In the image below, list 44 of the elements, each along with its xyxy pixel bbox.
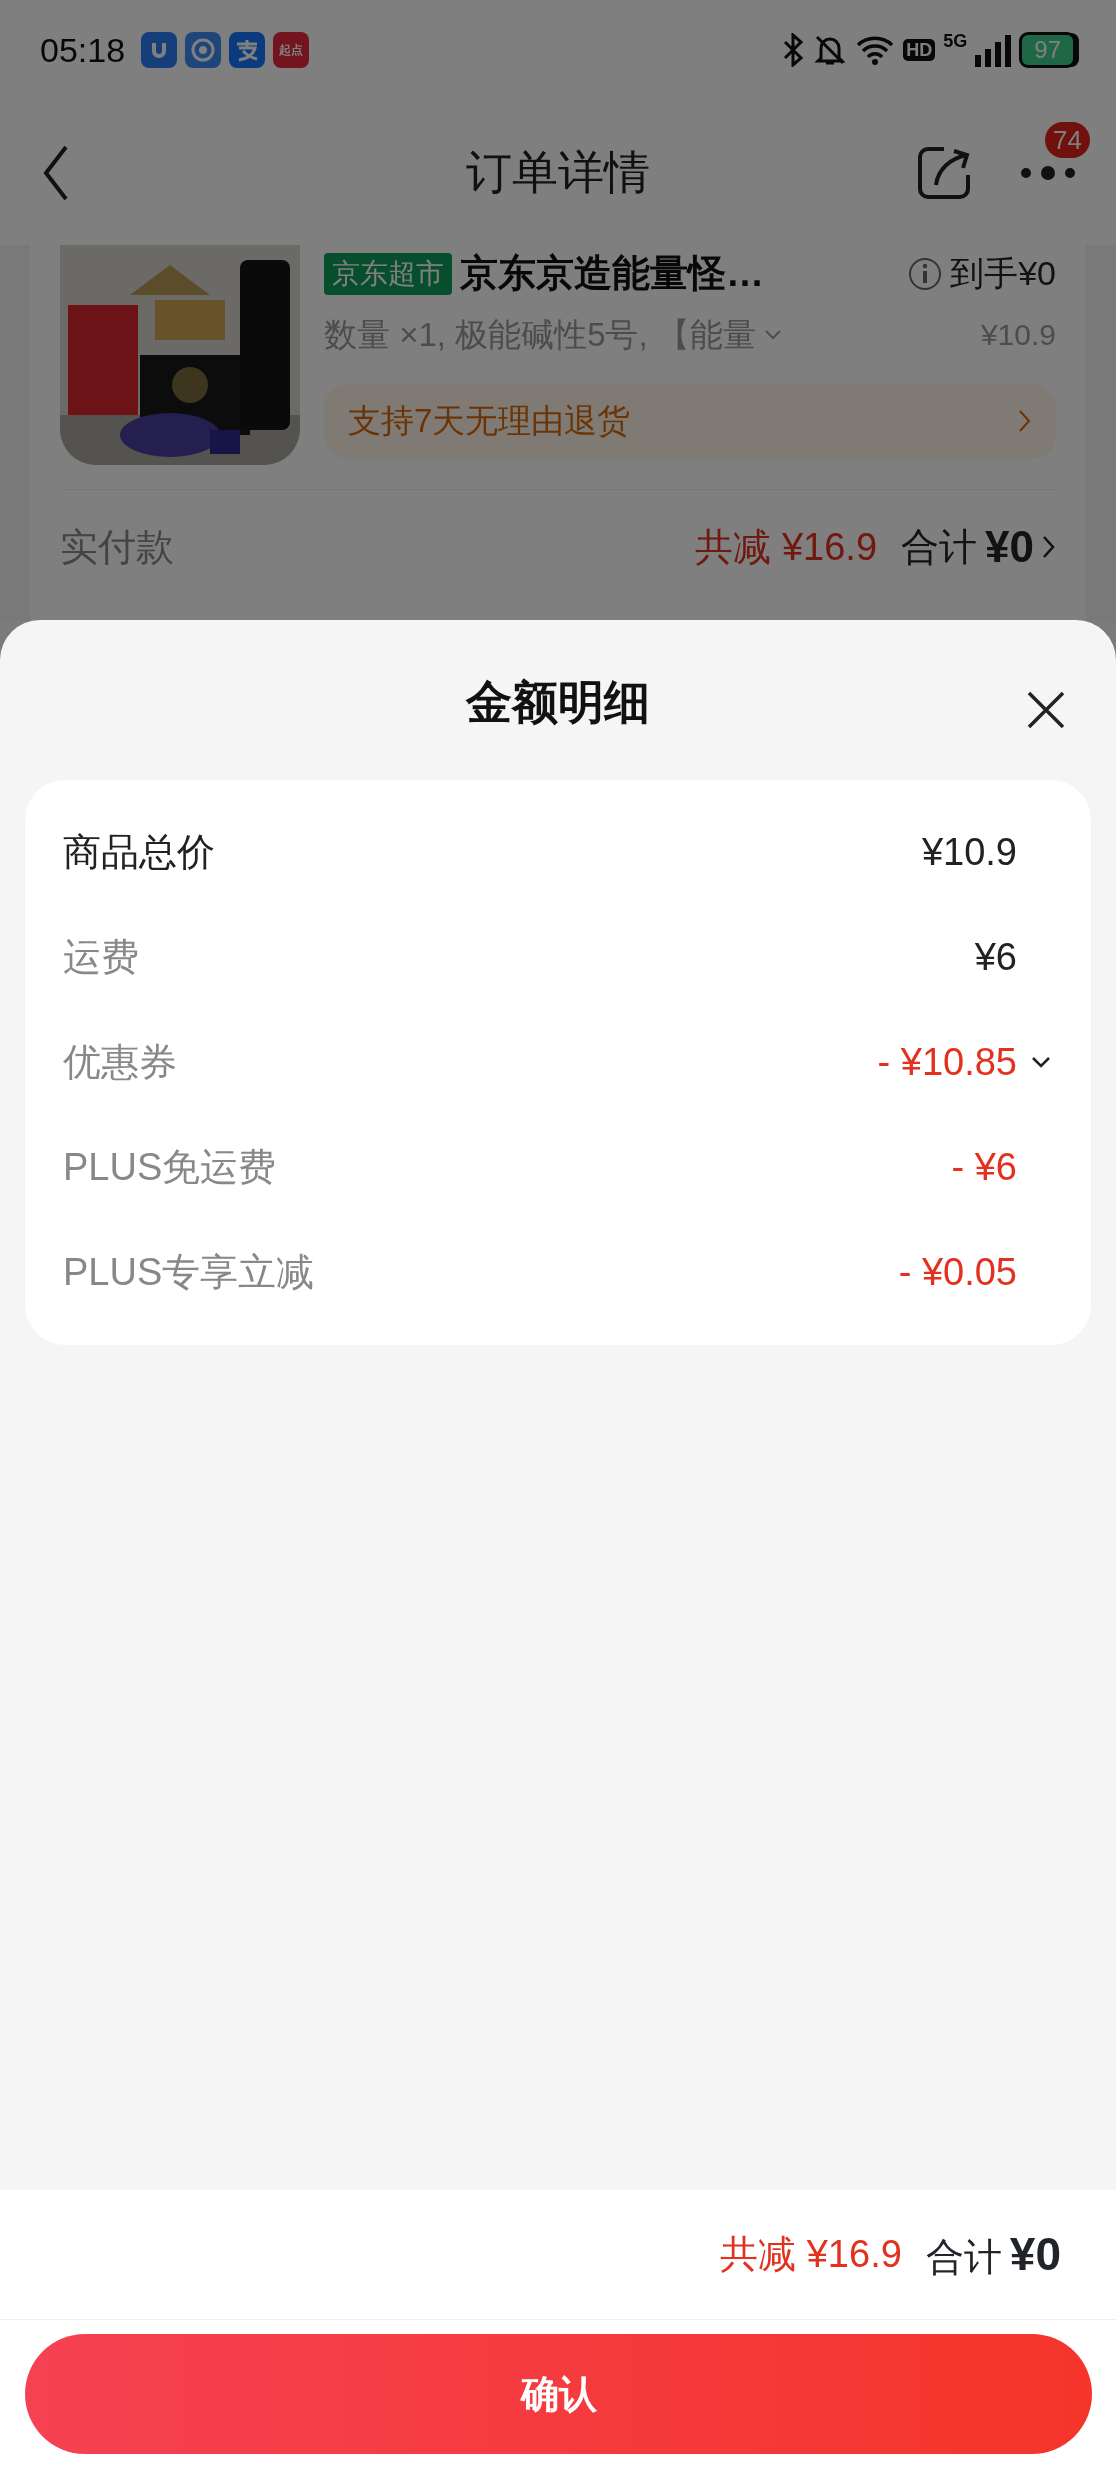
detail-label: 商品总价 [63,830,215,875]
total-button[interactable]: 合计 ¥0 [901,514,1056,580]
bluetooth-icon [781,33,806,67]
battery-indicator: 97 [1019,32,1076,68]
close-icon [1026,690,1066,730]
message-count-badge: 74 [1045,121,1090,158]
info-icon [908,256,943,291]
total-amount: ¥0 [1009,2227,1061,2282]
signal-icon [975,33,1012,67]
final-price: 到手¥0 [950,253,1056,294]
return-policy-button[interactable]: 支持7天无理由退货 [324,383,1056,459]
detail-label: 运费 [63,935,139,980]
product-title: 京东京造能量怪… [460,251,765,296]
detail-label: 优惠券 [63,1040,177,1085]
ring-icon [190,37,217,63]
network-label: 5G [943,30,968,53]
hd-indicator: HD [903,39,936,61]
confirm-button[interactable]: 确认 [25,2334,1092,2454]
share-icon [916,144,972,201]
app-logo: 起点 [273,32,310,68]
chevron-down-icon[interactable] [1031,1055,1051,1070]
detail-value: - ¥10.85 [877,1040,1017,1085]
shop-tag: 京东超市 [324,252,452,295]
total-label: 合计 [925,2235,1002,2280]
share-button[interactable] [916,144,972,201]
payment-label: 实付款 [60,524,174,570]
detail-label: PLUS免运费 [63,1145,277,1190]
discount-total: 共减 ¥16.9 [720,2232,902,2277]
bell-off-icon [813,33,848,67]
chevron-right-icon [1018,409,1032,433]
detail-value: - ¥0.05 [898,1250,1017,1295]
clock: 05:18 [40,29,126,71]
chevron-down-icon [763,328,782,341]
chevron-right-icon [1042,535,1056,559]
page-title: 订单详情 [466,145,650,200]
discount-total: 共减 ¥16.9 [695,524,878,570]
detail-value: - ¥6 [951,1145,1017,1190]
close-button[interactable] [1026,690,1066,730]
detail-value: ¥6 [974,935,1017,980]
more-icon [1020,165,1076,180]
sheet-title: 金额明细 [466,676,650,728]
detail-label: PLUS专享立减 [63,1250,315,1295]
detail-value: ¥10.9 [921,830,1017,875]
more-button[interactable] [1020,165,1076,180]
